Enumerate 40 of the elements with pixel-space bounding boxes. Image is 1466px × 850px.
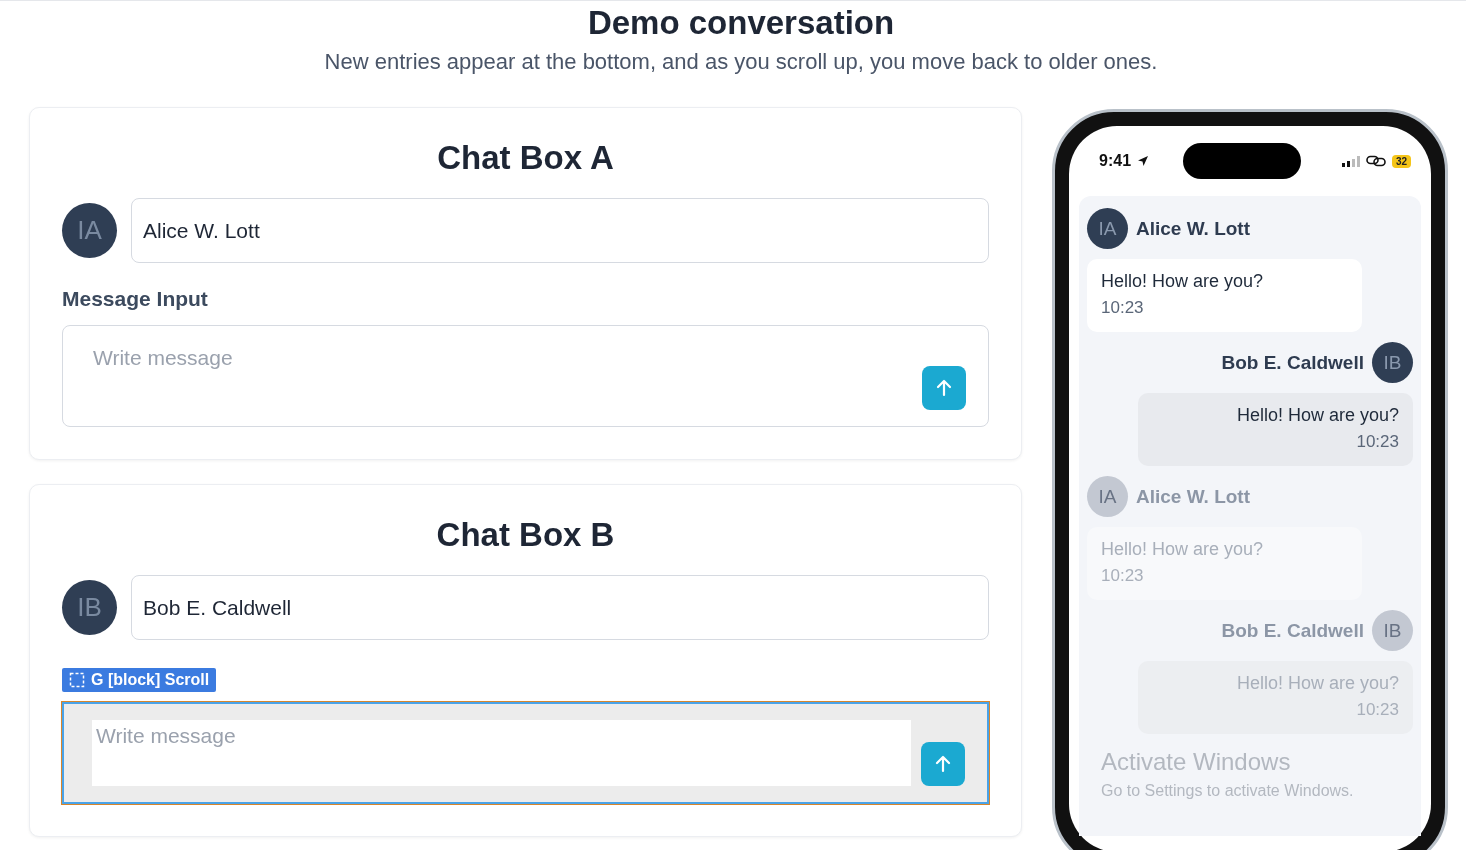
name-field[interactable]: Alice W. Lott (131, 198, 989, 263)
message-text: Hello! How are you? (1101, 271, 1265, 292)
message-text: Hello! How are you? (1236, 673, 1399, 694)
sender-name: Alice W. Lott (1136, 217, 1250, 240)
message-text: Hello! How are you? (1236, 405, 1399, 426)
send-button[interactable] (921, 742, 965, 786)
activation-notice-text: Go to Settings to activate Windows. (1101, 782, 1355, 800)
link-icon (1365, 155, 1386, 167)
arrow-up-icon (933, 754, 953, 774)
battery-indicator: 32 (1391, 154, 1411, 168)
message-time: 10:23 (1101, 298, 1145, 318)
arrow-up-icon (934, 378, 954, 398)
sender-name: Bob E. Caldwell (1221, 351, 1364, 374)
message-input[interactable]: Write message (93, 346, 912, 410)
avatar: IB (62, 580, 117, 635)
message-field[interactable]: Write message (62, 325, 989, 427)
message-time: 10:23 (1356, 700, 1399, 720)
message-time: 10:23 (1356, 432, 1399, 452)
message-text: Hello! How are you? (1101, 539, 1265, 560)
card-title: Chat Box A (436, 138, 615, 178)
field-label: Message Input (62, 287, 208, 310)
message-time: 10:23 (1101, 566, 1145, 586)
card-title: Chat Box B (435, 515, 616, 555)
send-button[interactable] (922, 366, 966, 410)
page-title: Demo conversation (586, 3, 896, 43)
activation-notice-title: Activate Windows (1101, 748, 1292, 776)
avatar: IB (1372, 610, 1413, 651)
avatar: IA (1087, 476, 1128, 517)
location-arrow-icon (1137, 155, 1150, 167)
signal-icon (1341, 155, 1360, 167)
name-field[interactable]: Bob E. Caldwell (131, 575, 989, 640)
avatar: IB (1372, 342, 1413, 383)
sender-name: Bob E. Caldwell (1221, 619, 1364, 642)
avatar: IA (1087, 208, 1128, 249)
avatar: IA (62, 203, 117, 258)
page-subtitle: New entries appear at the bottom, and as you scroll up, you move back to older ones. (323, 48, 1159, 76)
debug-badge: G [block] Scroll (62, 668, 217, 692)
sender-name: Alice W. Lott (1136, 485, 1250, 508)
status-time: 9:41 (1099, 152, 1132, 170)
selection-icon (69, 672, 85, 688)
